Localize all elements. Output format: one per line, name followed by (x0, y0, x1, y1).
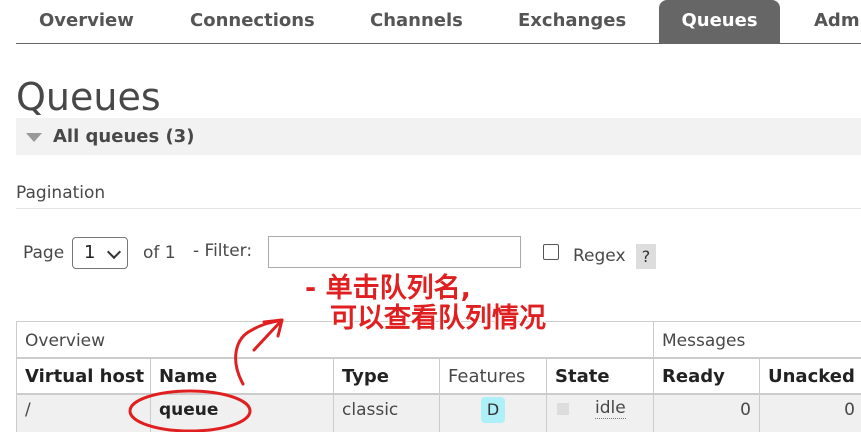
page-count-label: of 1 (143, 243, 176, 263)
state-indicator-icon (557, 403, 569, 415)
pagination-divider (16, 208, 861, 209)
row-virtual-host: / (16, 393, 151, 432)
page-label: Page (23, 243, 65, 263)
page-title: Queues (16, 75, 161, 119)
row-type: classic (334, 393, 440, 432)
page-select-value: 1 (84, 242, 96, 263)
col-features: Features (440, 357, 547, 393)
col-state[interactable]: State (547, 357, 654, 393)
regex-label: Regex (573, 246, 626, 266)
tab-connections[interactable]: Connections (190, 0, 315, 43)
col-type[interactable]: Type (334, 357, 440, 393)
pagination-heading: Pagination (16, 183, 106, 203)
tab-channels[interactable]: Channels (370, 0, 463, 43)
col-name[interactable]: Name (151, 357, 334, 393)
collapse-triangle-icon (26, 133, 42, 142)
tab-overview[interactable]: Overview (39, 0, 134, 43)
row-unacked: 0 (760, 393, 861, 432)
col-unacked[interactable]: Unacked (760, 357, 861, 393)
queues-table: Overview Messages Virtual host Name Type… (16, 321, 861, 432)
tab-admin[interactable]: Admin (814, 0, 861, 43)
top-nav: Overview Connections Channels Exchanges … (0, 0, 861, 43)
col-ready[interactable]: Ready (654, 357, 760, 393)
section-label: All queues (3) (53, 126, 195, 147)
row-ready: 0 (654, 393, 760, 432)
filter-input[interactable] (268, 236, 521, 268)
feature-durable-badge[interactable]: D (481, 397, 505, 423)
tab-queues[interactable]: Queues (659, 0, 780, 43)
col-virtual-host[interactable]: Virtual host (16, 357, 151, 393)
chevron-down-icon (106, 244, 122, 260)
row-state[interactable]: idle (595, 398, 626, 419)
regex-checkbox[interactable] (543, 244, 559, 260)
page-select[interactable]: 1 (72, 237, 128, 269)
all-queues-section-toggle[interactable]: All queues (3) (16, 118, 861, 155)
group-header-messages: Messages (654, 321, 861, 357)
regex-help-button[interactable]: ? (636, 244, 656, 269)
annotation-line-2: 可以查看队列情况 (330, 303, 546, 334)
filter-label: - Filter: (193, 241, 253, 261)
tabs-divider (16, 43, 861, 44)
queue-name-link[interactable]: queue (151, 393, 334, 432)
tab-exchanges[interactable]: Exchanges (518, 0, 626, 43)
